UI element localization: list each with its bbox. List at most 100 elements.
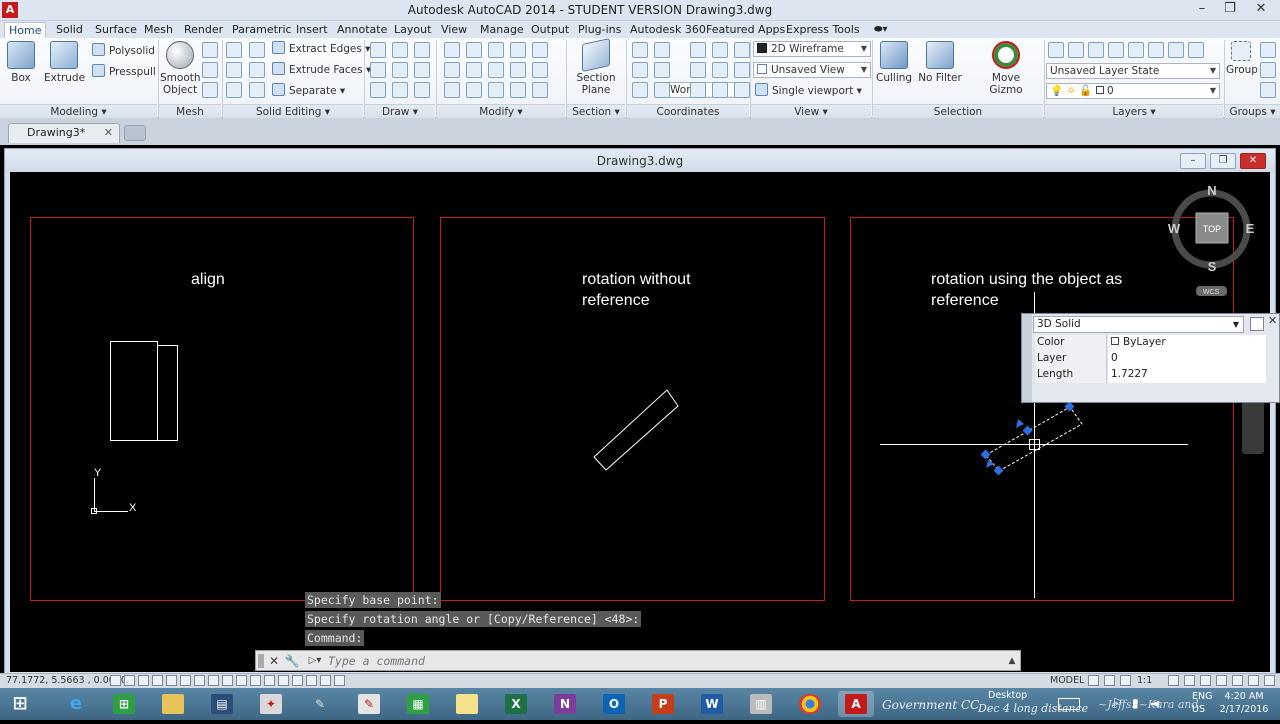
thicken-icon[interactable] <box>249 82 265 98</box>
status-tray-icon[interactable] <box>1248 675 1259 686</box>
ribbon-options-icon[interactable]: ⬬▾ <box>870 22 892 38</box>
drafting-toggle-icon[interactable] <box>166 675 177 686</box>
modify-tool-icon[interactable] <box>510 42 526 58</box>
move-gizmo-button[interactable]: Move Gizmo <box>974 41 1038 96</box>
app-icon[interactable]: ▤ <box>204 691 240 717</box>
draw-tool-icon[interactable] <box>414 82 430 98</box>
drafting-toggle-icon[interactable] <box>124 675 135 686</box>
modify-tool-icon[interactable] <box>466 62 482 78</box>
app-icon[interactable]: ✦ <box>253 691 289 717</box>
status-tray-icon[interactable] <box>1168 675 1179 686</box>
ucs-tool-icon[interactable] <box>734 42 750 58</box>
close-icon[interactable]: ✕ <box>1244 0 1278 18</box>
status-tray-icon[interactable] <box>1216 675 1227 686</box>
tab-render[interactable]: Render <box>180 22 227 38</box>
extrude-button[interactable]: Extrude <box>44 41 85 84</box>
close-palette-icon[interactable]: ✕ <box>1268 314 1277 327</box>
drafting-toggle-icon[interactable] <box>264 675 275 686</box>
draw-tool-icon[interactable] <box>370 82 386 98</box>
minimize-icon[interactable]: – <box>1188 0 1216 18</box>
presspull-button[interactable]: Presspull <box>92 64 156 80</box>
property-row-length[interactable]: Length 1.7227 <box>1033 367 1266 383</box>
ucs-tool-icon[interactable] <box>632 82 648 98</box>
visual-style-combo[interactable]: 2D Wireframe ▼ <box>753 41 871 57</box>
extract-edges-button[interactable]: Extract Edges ▾ <box>272 41 370 57</box>
doc-tab-drawing3[interactable]: Drawing3* ✕ <box>8 123 120 143</box>
status-tray-icon[interactable] <box>1232 675 1243 686</box>
modeling-panel-footer[interactable]: Modeling ▾ <box>0 104 157 118</box>
ucs-tool-icon[interactable] <box>712 42 728 58</box>
drafting-toggle-icon[interactable] <box>110 675 121 686</box>
modify-tool-icon[interactable] <box>488 82 504 98</box>
excel-icon[interactable]: X <box>498 691 534 717</box>
cursor-coordinates[interactable]: 77.1772, 5.5663 , 0.0000 <box>6 674 127 688</box>
drafting-toggle-icon[interactable] <box>180 675 191 686</box>
modify-tool-icon[interactable] <box>488 42 504 58</box>
group-button[interactable]: Group <box>1226 41 1258 76</box>
draw-tool-icon[interactable] <box>392 82 408 98</box>
selection-panel-footer[interactable]: Selection <box>873 104 1043 118</box>
model-space-canvas[interactable]: align rotation without reference rotatio… <box>10 172 1270 672</box>
grip[interactable] <box>1064 401 1075 412</box>
grip[interactable] <box>980 449 991 460</box>
draw-tool-icon[interactable] <box>370 42 386 58</box>
mesh-tool-icon[interactable] <box>202 82 218 98</box>
layer-tool-icon[interactable] <box>1148 42 1164 58</box>
tab-solid[interactable]: Solid <box>52 22 87 38</box>
ucs-tool-icon[interactable] <box>712 62 728 78</box>
drafting-toggle-icon[interactable] <box>208 675 219 686</box>
tab-featured-apps[interactable]: Featured Apps <box>702 22 789 38</box>
ucs-tool-icon[interactable] <box>734 82 750 98</box>
modify-tool-icon[interactable] <box>466 42 482 58</box>
status-tray-icon[interactable] <box>1088 675 1099 686</box>
ucs-tool-icon[interactable] <box>654 42 670 58</box>
slice-icon[interactable] <box>226 82 242 98</box>
layer-tool-icon[interactable] <box>1048 42 1064 58</box>
status-tray-icon[interactable] <box>1184 675 1195 686</box>
group-tool-icon[interactable] <box>1260 62 1276 78</box>
modify-tool-icon[interactable] <box>444 42 460 58</box>
model-space-toggle[interactable]: MODEL <box>1050 674 1084 688</box>
layer-tool-icon[interactable] <box>1128 42 1144 58</box>
close-command-line-icon[interactable]: ✕ <box>266 653 282 669</box>
close-tab-icon[interactable]: ✕ <box>104 124 113 142</box>
ucs-tool-icon[interactable] <box>654 62 670 78</box>
recent-commands-icon[interactable]: ▷▾ <box>304 653 326 669</box>
property-row-color[interactable]: Color ByLayer <box>1033 335 1266 351</box>
autocad-taskbar-icon[interactable]: A <box>838 691 874 717</box>
align-solid-b[interactable] <box>157 345 178 441</box>
layer-state-combo[interactable]: Unsaved Layer State ▼ <box>1046 63 1220 79</box>
file-explorer-icon[interactable] <box>155 691 191 717</box>
ucs-tool-icon[interactable] <box>690 62 706 78</box>
draw-tool-icon[interactable] <box>414 42 430 58</box>
group-tool-icon[interactable] <box>1260 82 1276 98</box>
tab-manage[interactable]: Manage <box>476 22 528 38</box>
tab-view[interactable]: View <box>437 22 471 38</box>
draw-panel-footer[interactable]: Draw ▾ <box>365 104 435 118</box>
drafting-toggle-icon[interactable] <box>138 675 149 686</box>
tab-express-tools[interactable]: Express Tools <box>782 22 864 38</box>
powerpoint-icon[interactable]: P <box>645 691 681 717</box>
union-icon[interactable] <box>226 42 242 58</box>
box-button[interactable]: Box <box>4 41 38 84</box>
tab-output[interactable]: Output <box>527 22 573 38</box>
layer-tool-icon[interactable] <box>1108 42 1124 58</box>
modify-tool-icon[interactable] <box>532 62 548 78</box>
close-drawing-icon[interactable]: ✕ <box>1240 153 1266 169</box>
view-panel-footer[interactable]: View ▾ <box>751 104 871 118</box>
restore-drawing-icon[interactable]: ❐ <box>1210 153 1236 169</box>
restore-icon[interactable]: ❐ <box>1216 0 1244 18</box>
volume-icon[interactable]: ◄ <box>1150 696 1159 710</box>
chrome-icon[interactable] <box>792 691 828 717</box>
groups-panel-footer[interactable]: Groups ▾ <box>1225 104 1280 118</box>
layer-tool-icon[interactable] <box>1068 42 1084 58</box>
drafting-toggle-icon[interactable] <box>320 675 331 686</box>
status-tray-icon[interactable] <box>1200 675 1211 686</box>
language-indicator[interactable]: ENG US <box>1192 690 1212 716</box>
customize-icon[interactable] <box>1250 317 1264 331</box>
intersect-icon[interactable] <box>226 62 242 78</box>
ucs-tool-icon[interactable] <box>632 42 648 58</box>
grip[interactable] <box>1022 425 1033 436</box>
draw-tool-icon[interactable] <box>392 62 408 78</box>
grip-arrow-icon[interactable] <box>986 460 994 468</box>
